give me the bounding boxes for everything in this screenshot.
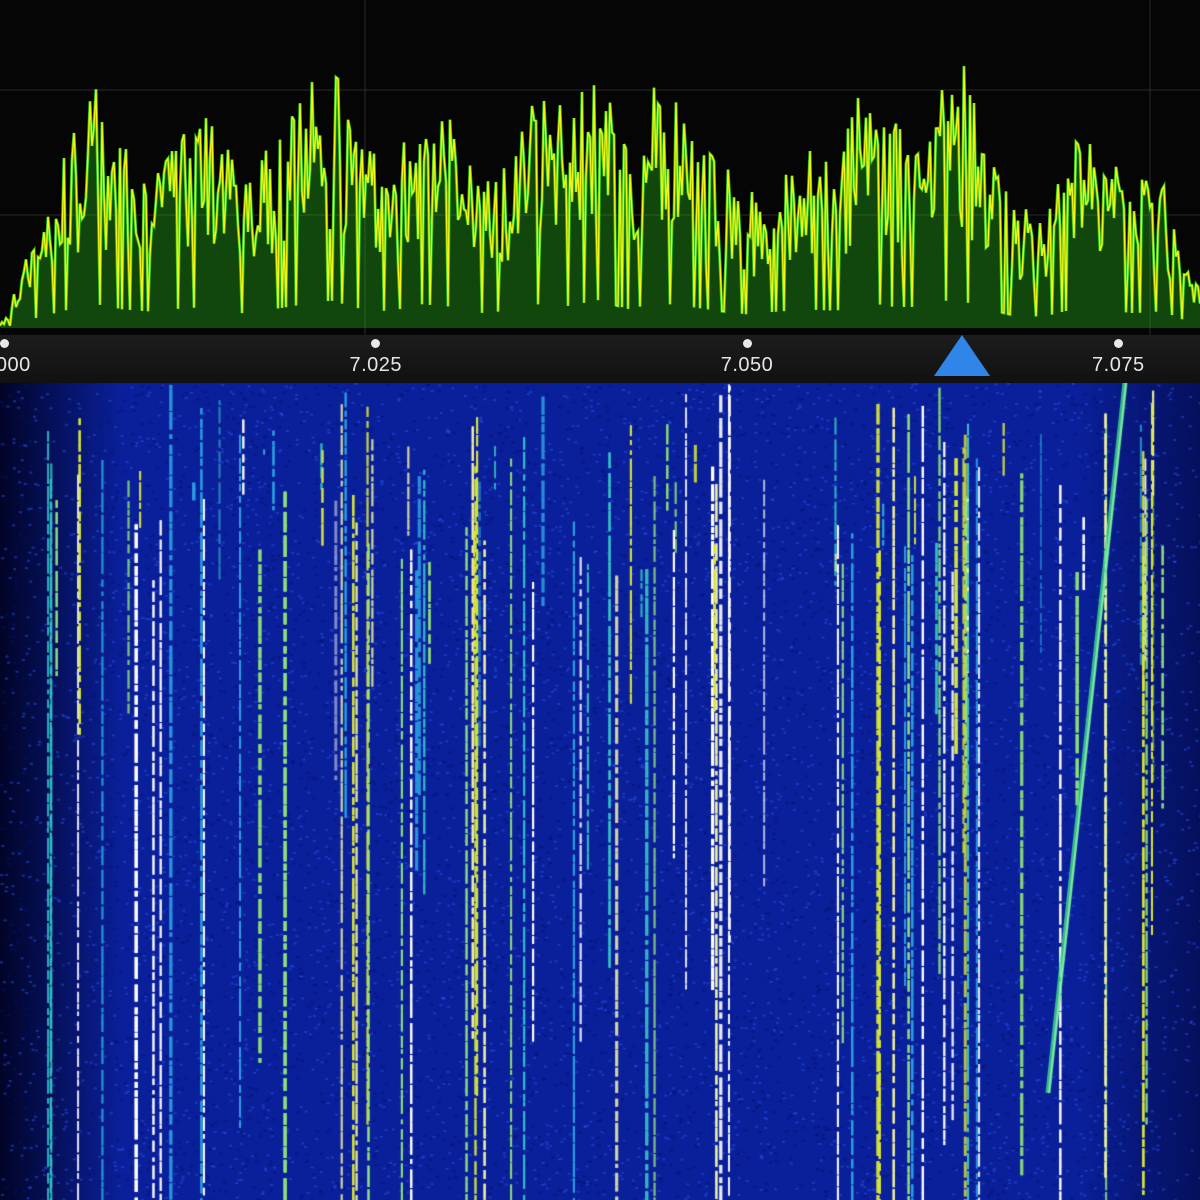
frequency-label: 7.075 <box>1092 354 1145 376</box>
spectrum-panadapter[interactable] <box>0 0 1200 335</box>
sdr-display: 7.000 7.025 7.050 7.075 <box>0 0 1200 1200</box>
frequency-tick-7050: 7.050 <box>687 335 807 377</box>
tuning-marker-triangle-up-icon[interactable] <box>932 333 992 378</box>
frequency-label: 7.000 <box>0 354 31 376</box>
frequency-label: 7.025 <box>349 354 403 376</box>
tick-dot-icon <box>0 339 9 348</box>
tick-dot-icon <box>371 339 381 348</box>
frequency-tick-7000: 7.000 <box>0 335 64 377</box>
frequency-label: 7.050 <box>720 354 774 376</box>
tick-dot-icon <box>1113 339 1123 348</box>
waterfall-display[interactable] <box>0 383 1200 1200</box>
frequency-tick-7025: 7.025 <box>316 335 436 377</box>
tick-dot-icon <box>742 339 752 348</box>
frequency-tick-7075: 7.075 <box>1058 335 1178 377</box>
triangle-up-icon <box>934 335 991 376</box>
frequency-scale[interactable]: 7.000 7.025 7.050 7.075 <box>0 335 1200 383</box>
